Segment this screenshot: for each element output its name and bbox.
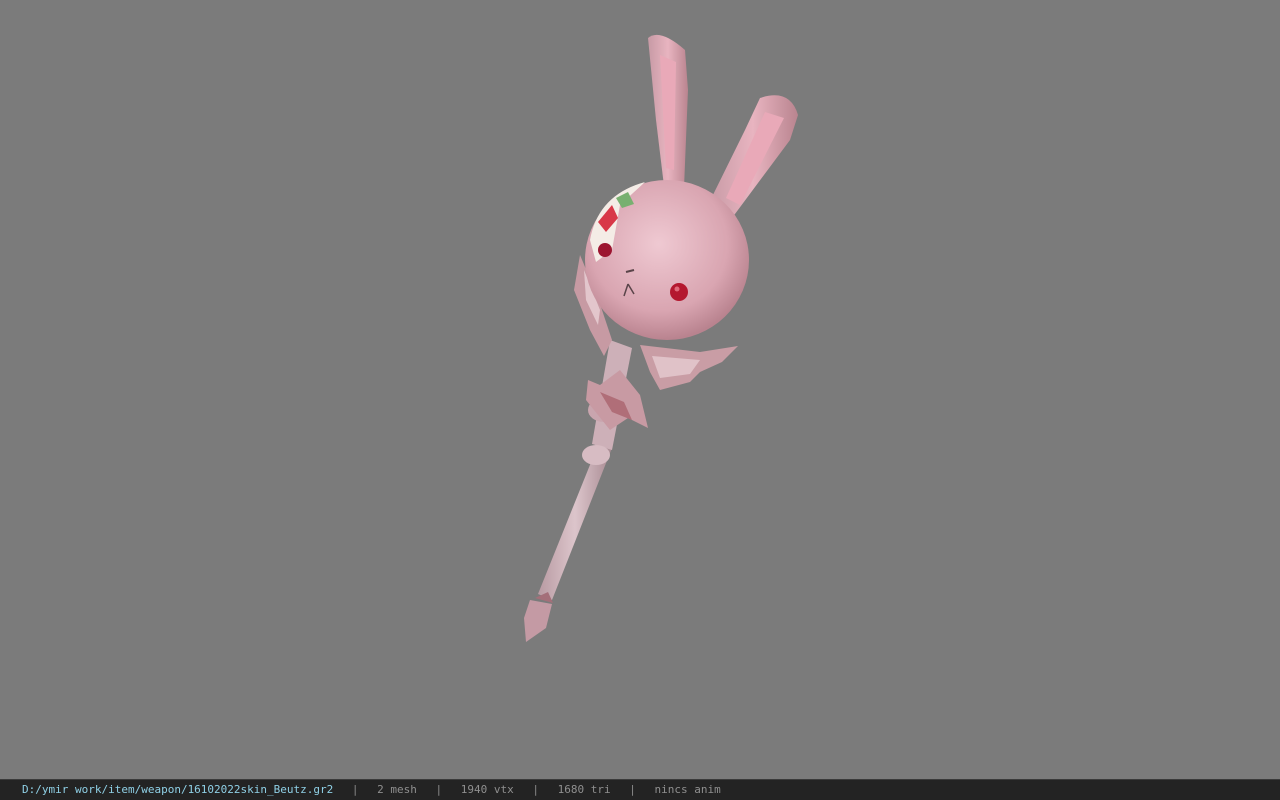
status-separator: | [629,783,636,796]
left-ear [648,34,688,188]
3d-viewport[interactable] [0,0,1280,779]
left-eye [598,243,612,257]
status-separator: | [435,783,443,796]
anim-status: nincs anim [654,783,721,796]
model-render [524,34,798,642]
triangle-count: 1680 tri [557,783,611,796]
right-eye [670,283,688,301]
file-path: D:/ymir work/item/weapon/16102022skin_Be… [22,783,334,796]
mesh-count: 2 mesh [377,783,417,796]
status-separator: | [351,783,359,796]
right-wing [640,345,738,390]
staff-spikes [586,370,648,430]
vertex-count: 1940 vtx [460,783,514,796]
bunny-head [585,180,749,340]
status-separator: | [532,783,539,796]
right-ear [708,95,798,218]
status-bar: D:/ymir work/item/weapon/16102022skin_Be… [0,779,1280,800]
